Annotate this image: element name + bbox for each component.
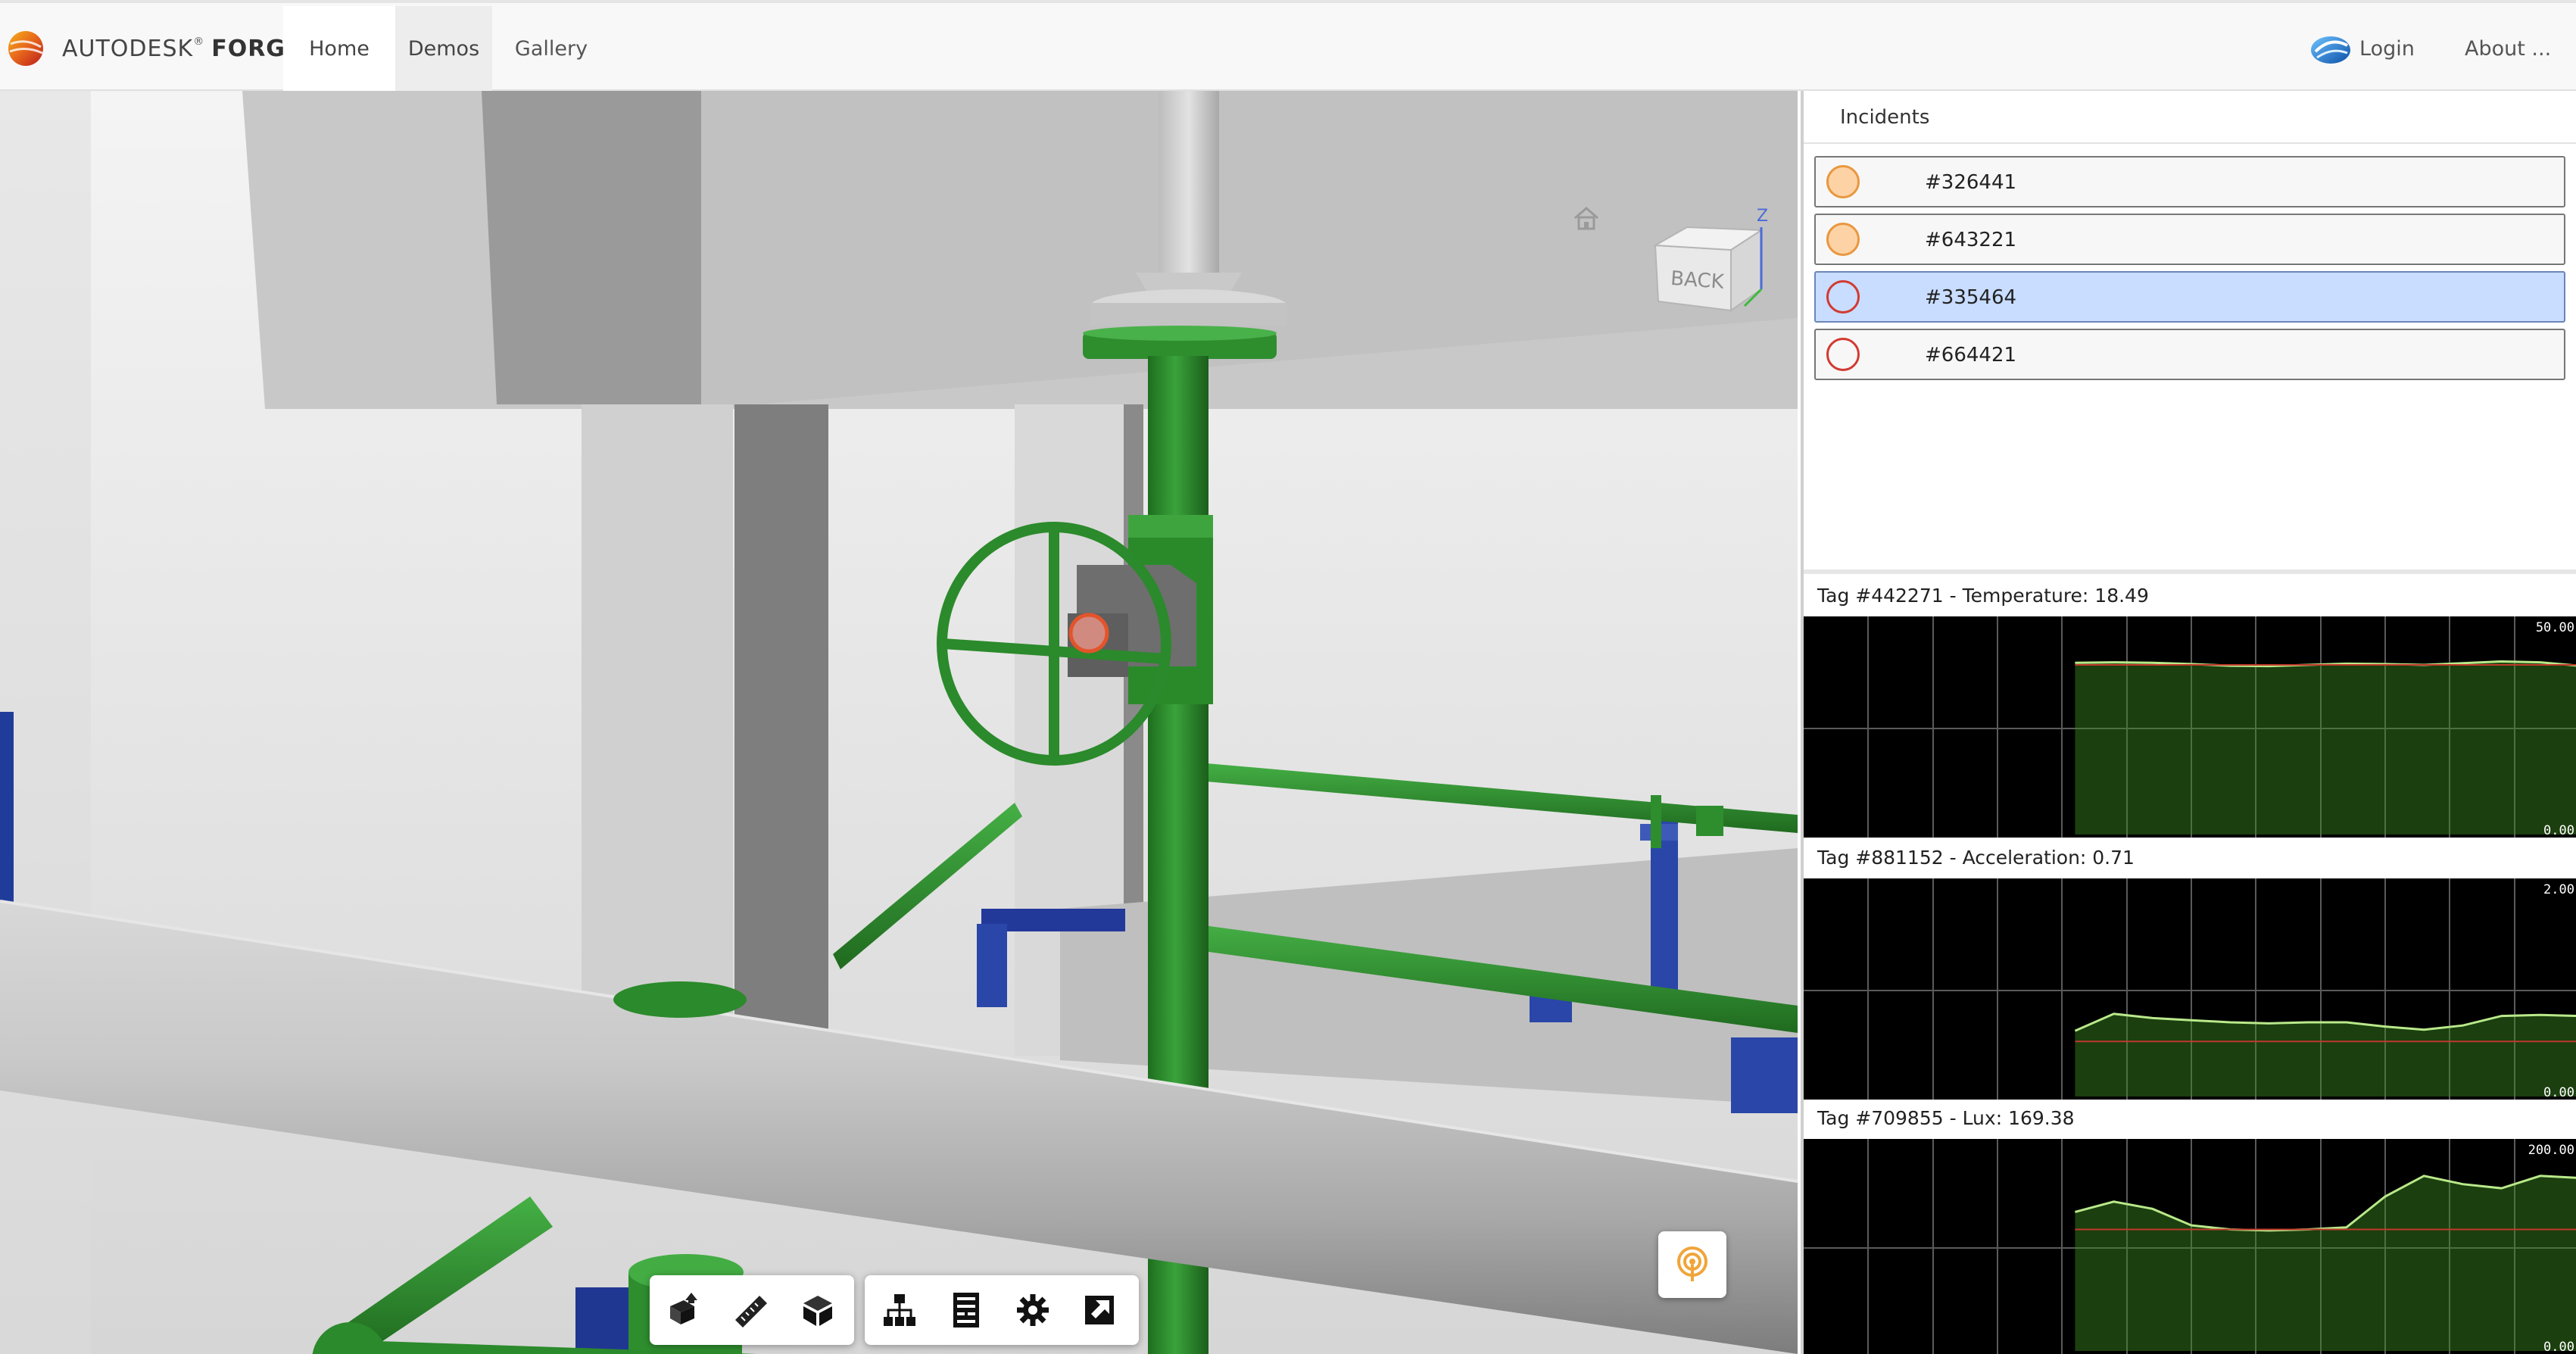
chart-ymax-label: 200.00 — [2528, 1143, 2574, 1158]
viewcube[interactable]: BACK Z — [1648, 200, 1769, 336]
properties-icon — [953, 1293, 979, 1327]
sensor-icon — [1677, 1246, 1707, 1281]
brand[interactable]: AUTODESK ® FORGE — [6, 26, 301, 71]
settings-icon — [1017, 1294, 1049, 1326]
incident-id: #643221 — [1925, 229, 2017, 251]
incidents-title: Incidents — [1840, 106, 1930, 129]
warning-status-icon — [1826, 165, 1860, 198]
incident-list: #326441 #643221 #335464 #664421 — [1814, 156, 2565, 386]
model-scene[interactable] — [0, 91, 1798, 1354]
navbar: AUTODESK ® FORGE Home Demos Gallery Logi… — [0, 0, 2576, 91]
orbit-button[interactable] — [653, 1278, 716, 1342]
model-browser-icon — [884, 1294, 915, 1326]
chart-area-fill — [2075, 1013, 2576, 1097]
about-link[interactable]: About ... — [2465, 6, 2556, 91]
forge-viewer[interactable]: BACK Z — [0, 91, 1798, 1354]
viewcube-axis-label: Z — [1757, 207, 1768, 226]
viewer-toolbar-navigation — [650, 1275, 854, 1345]
section-button[interactable] — [786, 1278, 850, 1342]
chart-plot-area[interactable]: 200.00 0.00 — [1804, 1139, 2576, 1354]
properties-button[interactable] — [934, 1278, 998, 1342]
sensor-toggle-button[interactable] — [1658, 1231, 1726, 1298]
login-link[interactable]: Login — [2309, 6, 2431, 91]
chart-ymin-label: 0.00 — [2543, 823, 2574, 838]
chart-title: Tag #442271 - Temperature: 18.49 — [1817, 585, 2149, 607]
measure-icon — [735, 1296, 767, 1327]
section-icon — [803, 1296, 832, 1326]
autodesk-logo-icon — [8, 31, 43, 66]
brand-registered-mark: ® — [193, 36, 204, 48]
incident-id: #326441 — [1925, 171, 2017, 194]
login-label: Login — [2359, 36, 2415, 61]
incident-id: #335464 — [1925, 286, 2017, 309]
fullscreen-button[interactable] — [1068, 1278, 1131, 1342]
chart-svg: 200.00 0.00 — [1804, 1139, 2576, 1354]
viewer-toolbar-tools — [865, 1275, 1139, 1345]
chart-svg: 2.000.00 — [1804, 878, 2576, 1100]
chart-plot-area[interactable]: 2.00 0.00 — [1804, 878, 2576, 1100]
side-panel: Incidents #326441 #643221 #335464 #66442… — [1801, 91, 2576, 1354]
settings-button[interactable] — [1001, 1278, 1065, 1342]
nav-demos-link[interactable]: Demos — [395, 6, 492, 91]
nav-gallery-link[interactable]: Gallery — [492, 6, 610, 91]
panel-divider — [1804, 569, 2576, 574]
sensor-chart-temperature: Tag #442271 - Temperature: 18.49 50.00 0.… — [1804, 576, 2576, 838]
alert-status-icon — [1826, 338, 1860, 371]
incident-id: #664421 — [1925, 344, 2017, 367]
orbit-icon — [670, 1293, 697, 1324]
chart-ymax-label: 2.00 — [2543, 882, 2574, 897]
fullscreen-icon — [1085, 1296, 1114, 1324]
warning-status-icon — [1826, 223, 1860, 256]
measure-button[interactable] — [719, 1278, 783, 1342]
chart-svg: 50.00 0.00 — [1804, 616, 2576, 838]
incident-item[interactable]: #643221 — [1814, 214, 2565, 265]
model-browser-button[interactable] — [868, 1278, 931, 1342]
incident-item[interactable]: #664421 — [1814, 329, 2565, 380]
chart-plot-area[interactable]: 50.00 0.00 — [1804, 616, 2576, 838]
home-icon[interactable] — [1572, 204, 1601, 232]
chart-ymin-label: 0.00 — [2543, 1340, 2574, 1354]
chart-title: Tag #881152 - Acceleration: 0.71 — [1817, 847, 2135, 869]
incident-marker[interactable] — [1068, 613, 1109, 654]
chart-area-fill — [2075, 661, 2576, 835]
sensor-chart-acceleration: Tag #881152 - Acceleration: 0.71 2.00 0.0… — [1804, 838, 2576, 1100]
chart-area-fill — [2075, 1175, 2576, 1351]
incidents-header: Incidents — [1804, 91, 2576, 144]
viewcube-face-label: BACK — [1670, 267, 1725, 294]
chart-ymax-label: 50.00 — [2536, 620, 2574, 635]
incident-item[interactable]: #326441 — [1814, 156, 2565, 207]
incident-item-selected[interactable]: #335464 — [1814, 271, 2565, 323]
sensor-chart-lux: Tag #709855 - Lux: 169.38 200.00 0.00 — [1804, 1098, 2576, 1354]
alert-status-icon — [1826, 280, 1860, 314]
nav-home-link[interactable]: Home — [283, 6, 395, 91]
a360-cloud-icon — [2311, 36, 2350, 64]
chart-title: Tag #709855 - Lux: 169.38 — [1817, 1107, 2075, 1129]
brand-primary-text: AUTODESK — [62, 35, 194, 62]
